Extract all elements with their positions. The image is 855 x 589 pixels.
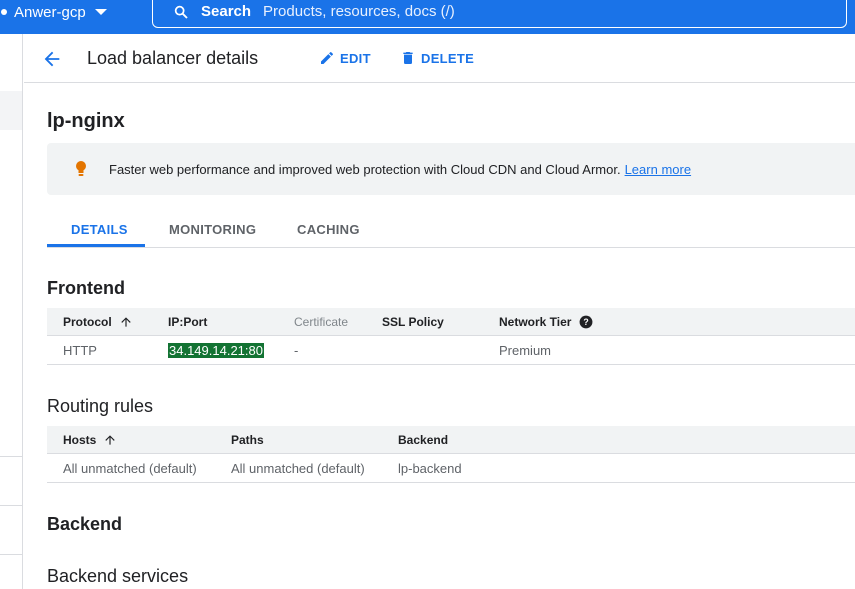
search-label: Search — [201, 3, 252, 20]
banner-text: Faster web performance and improved web … — [109, 161, 621, 177]
page-header: Load balancer details EDIT DELETE — [24, 34, 855, 83]
ip-port-column-header[interactable]: IP:Port — [168, 315, 207, 329]
search-icon — [174, 5, 188, 19]
top-bar: Anwer-gcp Search Products, resources, do… — [0, 0, 855, 34]
pencil-icon — [321, 51, 333, 64]
ip-port-cell: 34.149.14.21:80 — [168, 343, 264, 358]
delete-label: DELETE — [421, 50, 475, 66]
back-arrow-icon[interactable] — [41, 48, 63, 70]
hosts-cell: All unmatched (default) — [63, 461, 197, 476]
table-header: Protocol IP:Port Certificate SSL Policy … — [47, 308, 855, 336]
nav-divider — [0, 456, 22, 457]
help-icon[interactable]: ? — [579, 315, 593, 329]
column-label: Hosts — [63, 433, 97, 447]
tab-bar: DETAILS MONITORING CACHING — [47, 212, 855, 248]
edit-label: EDIT — [340, 50, 371, 66]
backend-cell: lp-backend — [398, 461, 462, 476]
svg-text:?: ? — [584, 317, 589, 327]
arrow-up-icon — [105, 435, 116, 445]
nav-divider — [0, 505, 22, 506]
side-nav-rail — [0, 34, 23, 589]
ip-port-value[interactable]: 34.149.14.21:80 — [168, 343, 264, 358]
hosts-column-header[interactable]: Hosts — [63, 433, 117, 447]
paths-cell: All unmatched (default) — [231, 461, 365, 476]
column-label: Network Tier — [499, 315, 572, 329]
tab-caching[interactable]: CACHING — [297, 222, 360, 237]
active-tab-indicator — [47, 244, 145, 247]
learn-more-link[interactable]: Learn more — [625, 162, 691, 177]
info-banner: Faster web performance and improved web … — [47, 143, 855, 195]
delete-button[interactable]: DELETE — [400, 50, 474, 66]
column-label: Paths — [231, 433, 264, 447]
table-row: All unmatched (default) All unmatched (d… — [47, 454, 855, 483]
load-balancer-name: lp-nginx — [47, 110, 125, 132]
column-label: SSL Policy — [382, 315, 444, 329]
lightbulb-icon — [76, 161, 86, 176]
edit-button[interactable]: EDIT — [319, 50, 371, 66]
network-tier-column-header[interactable]: Network Tier ? — [499, 315, 593, 329]
chevron-down-icon — [94, 9, 107, 15]
network-tier-cell: Premium — [499, 343, 552, 358]
ssl-policy-column-header[interactable]: SSL Policy — [382, 315, 444, 329]
tab-monitoring[interactable]: MONITORING — [169, 222, 256, 237]
project-selector[interactable]: Anwer-gcp — [0, 0, 107, 24]
certificate-column-header: Certificate — [294, 315, 348, 329]
search-input[interactable]: Search Products, resources, docs (/) — [152, 0, 847, 28]
tab-details[interactable]: DETAILS — [71, 222, 128, 237]
protocol-column-header[interactable]: Protocol — [63, 315, 133, 329]
search-placeholder: Products, resources, docs (/) — [263, 3, 455, 20]
column-label: Certificate — [294, 315, 349, 329]
frontend-heading: Frontend — [47, 278, 125, 298]
table-row: HTTP 34.149.14.21:80 - Premium — [47, 336, 855, 365]
backend-column-header[interactable]: Backend — [398, 433, 448, 447]
nav-selected-item[interactable] — [0, 91, 22, 130]
project-name: Anwer-gcp — [14, 3, 86, 21]
project-icon — [1, 9, 7, 15]
column-label: Protocol — [63, 315, 112, 329]
nav-divider — [0, 554, 22, 555]
arrow-up-icon — [121, 317, 131, 327]
column-label: IP:Port — [168, 315, 208, 329]
column-label: Backend — [398, 433, 449, 447]
certificate-cell: - — [294, 343, 299, 358]
table-header: Hosts Paths Backend — [47, 426, 855, 454]
protocol-cell: HTTP — [63, 343, 97, 358]
backend-heading: Backend — [47, 514, 123, 534]
routing-rules-heading: Routing rules — [47, 396, 154, 416]
backend-services-heading: Backend services — [47, 566, 189, 586]
page-title: Load balancer details — [87, 48, 259, 68]
trash-icon — [403, 52, 413, 64]
paths-column-header[interactable]: Paths — [231, 433, 264, 447]
